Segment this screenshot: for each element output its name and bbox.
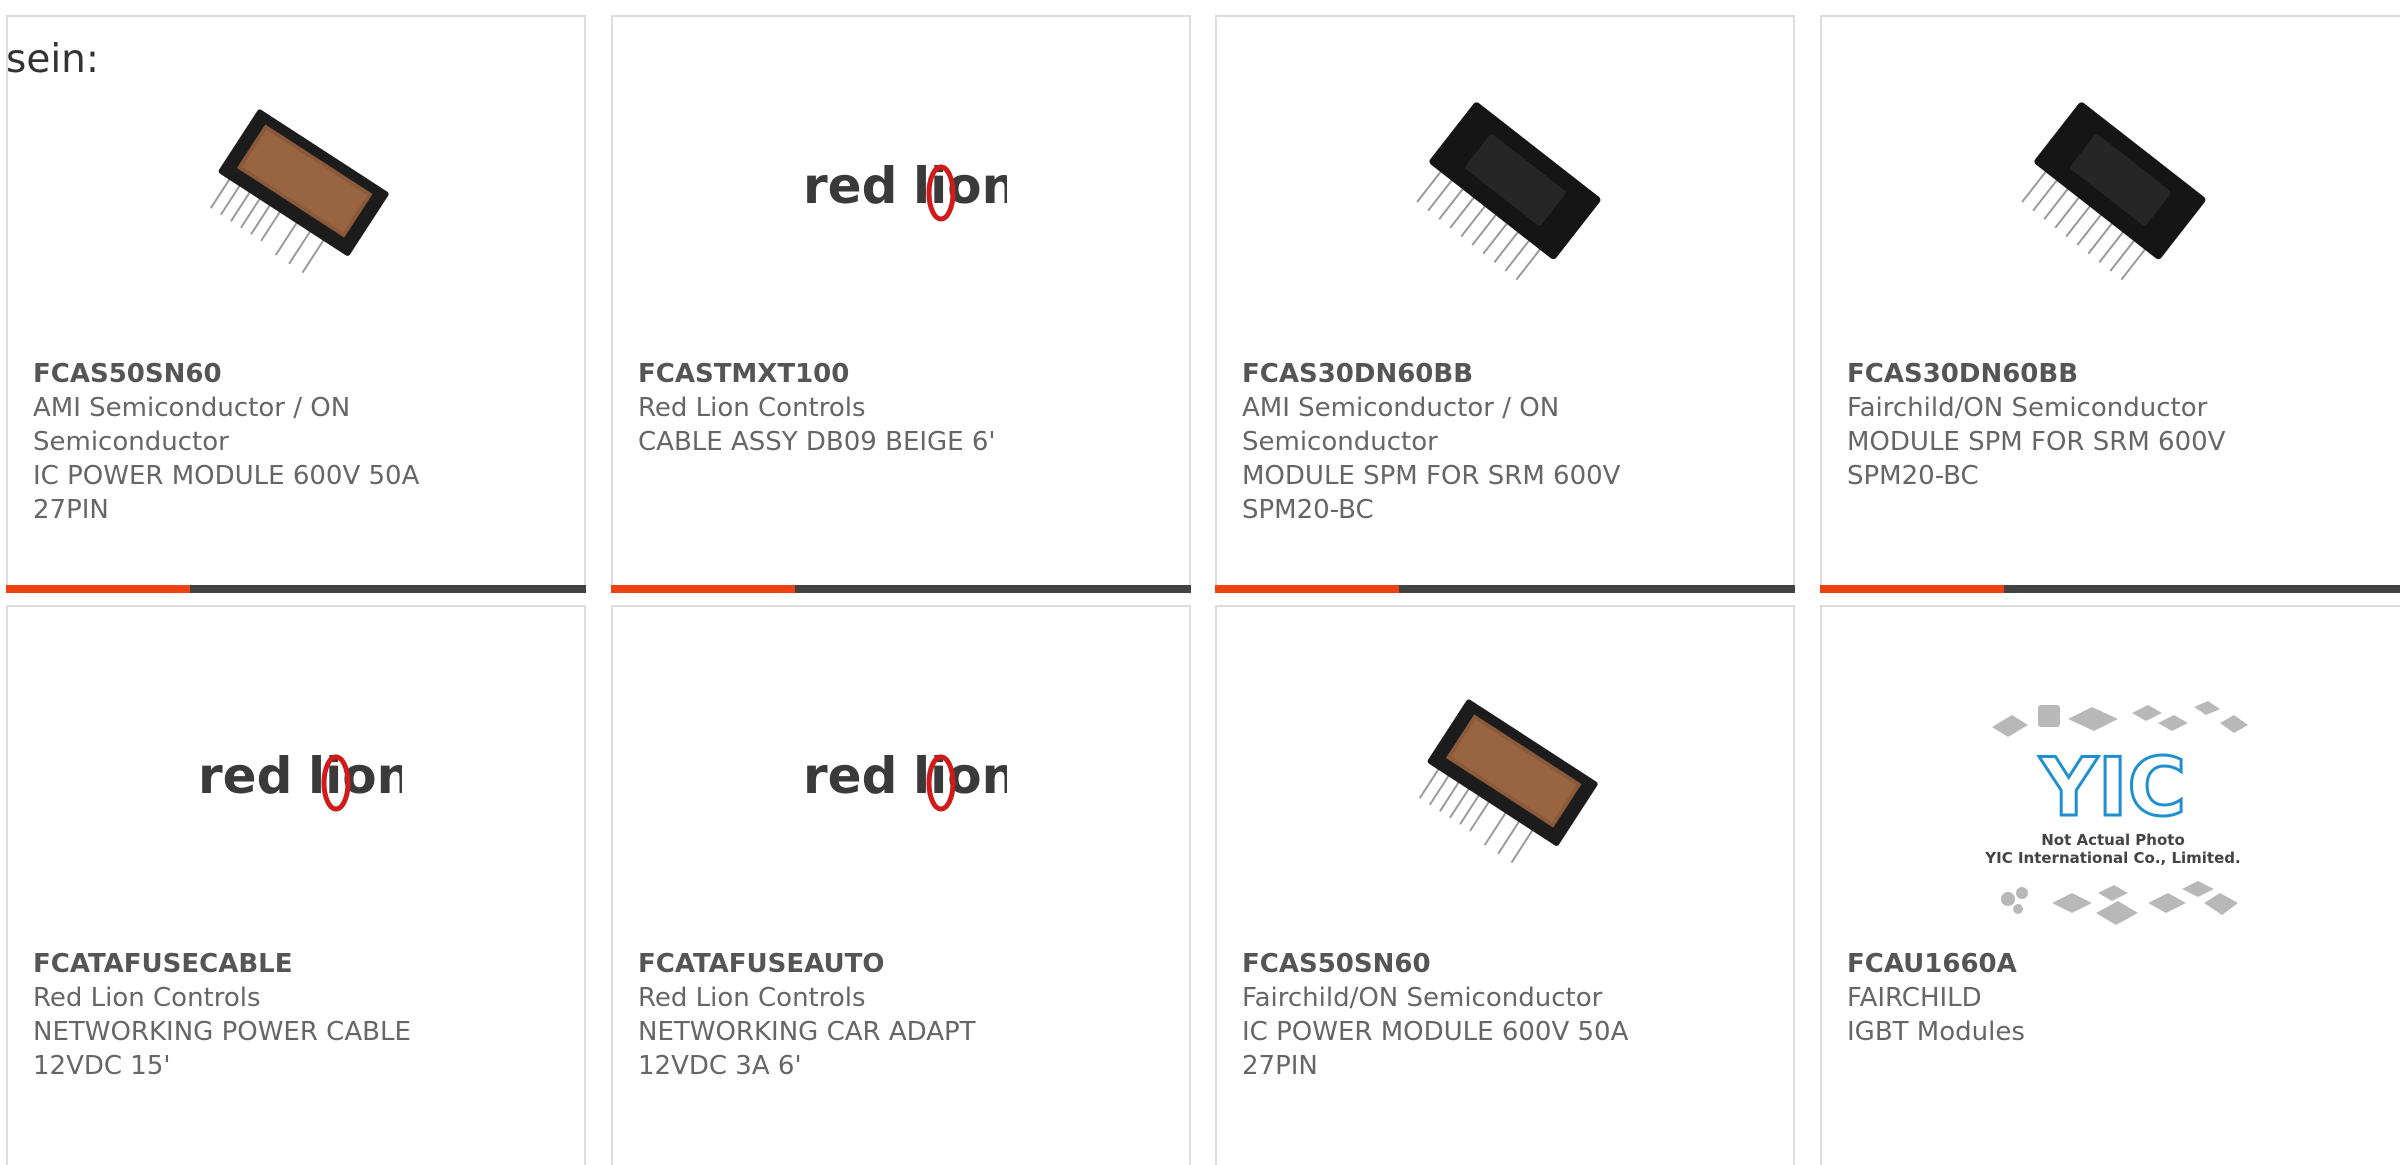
product-info: FCASTMXT100 Red Lion Controls CABLE ASSY… xyxy=(638,357,1169,459)
description: NETWORKING POWER CABLE xyxy=(33,1017,411,1047)
red-lion-logo: red lion xyxy=(801,85,1007,291)
product-card[interactable]: red lion FCASTMXT100 Red Lion Controls C… xyxy=(611,15,1191,593)
manufacturer-cont: Semiconductor xyxy=(1242,427,1438,457)
manufacturer: FAIRCHILD xyxy=(1847,983,1982,1013)
description-cont: 27PIN xyxy=(33,495,109,525)
spm-module-photo xyxy=(2010,85,2216,291)
product-card[interactable]: FCAS50SN60 AMI Semiconductor / ON Semico… xyxy=(6,15,586,593)
part-number-link[interactable]: FCAS50SN60 xyxy=(33,357,564,391)
description: NETWORKING CAR ADAPT xyxy=(638,1017,976,1047)
card-bottom-bar xyxy=(611,585,1191,593)
card-bottom-bar xyxy=(6,585,586,593)
card-bottom-bar xyxy=(1215,585,1795,593)
description: IC POWER MODULE 600V 50A xyxy=(33,461,420,491)
part-number-link[interactable]: FCAS30DN60BB xyxy=(1242,357,1773,391)
description: MODULE SPM FOR SRM 600V xyxy=(1847,427,2226,457)
red-lion-logo: red lion xyxy=(196,675,402,881)
product-card[interactable]: red lion FCATAFUSEAUTO Red Lion Controls… xyxy=(611,605,1191,1165)
part-number-link[interactable]: FCAU1660A xyxy=(1847,947,2380,981)
manufacturer: Fairchild/ON Semiconductor xyxy=(1242,983,1603,1013)
product-info: FCAS50SN60 AMI Semiconductor / ON Semico… xyxy=(33,357,564,527)
part-number-link[interactable]: FCAS30DN60BB xyxy=(1847,357,2380,391)
product-info: FCAU1660A FAIRCHILD IGBT Modules xyxy=(1847,947,2380,1049)
product-info: FCAS50SN60 Fairchild/ON Semiconductor IC… xyxy=(1242,947,1773,1083)
manufacturer: AMI Semiconductor / ON xyxy=(33,393,351,423)
product-info: FCATAFUSEAUTO Red Lion Controls NETWORKI… xyxy=(638,947,1169,1083)
manufacturer-cont: Semiconductor xyxy=(33,427,229,457)
svg-text:Not Actual Photo: Not Actual Photo xyxy=(2041,831,2185,849)
description: MODULE SPM FOR SRM 600V xyxy=(1242,461,1621,491)
svg-text:YIC: YIC xyxy=(2039,741,2186,834)
description: CABLE ASSY DB09 BEIGE 6' xyxy=(638,427,996,457)
part-number-link[interactable]: FCASTMXT100 xyxy=(638,357,1169,391)
product-info: FCAS30DN60BB Fairchild/ON Semiconductor … xyxy=(1847,357,2380,493)
intro-text: sein: xyxy=(6,37,100,82)
card-bottom-bar xyxy=(1820,585,2400,593)
svg-text:red: red xyxy=(198,747,292,805)
part-number-link[interactable]: FCATAFUSECABLE xyxy=(33,947,564,981)
product-grid: FCAS50SN60 AMI Semiconductor / ON Semico… xyxy=(0,0,2400,1165)
part-number-link[interactable]: FCATAFUSEAUTO xyxy=(638,947,1169,981)
product-card[interactable]: FCAS30DN60BB AMI Semiconductor / ON Semi… xyxy=(1215,15,1795,593)
product-card[interactable]: red lion FCATAFUSECABLE Red Lion Control… xyxy=(6,605,586,1165)
spm-module-photo xyxy=(1405,85,1611,291)
description: IC POWER MODULE 600V 50A xyxy=(1242,1017,1629,1047)
description-cont: SPM20-BC xyxy=(1242,495,1374,525)
description-cont: 27PIN xyxy=(1242,1051,1318,1081)
manufacturer: Red Lion Controls xyxy=(638,983,866,1013)
power-module-photo xyxy=(1405,675,1611,881)
placeholder-photo: YIC Not Actual Photo YIC International C… xyxy=(1972,687,2254,927)
product-info: FCATAFUSECABLE Red Lion Controls NETWORK… xyxy=(33,947,564,1083)
product-card[interactable]: YIC Not Actual Photo YIC International C… xyxy=(1820,605,2400,1165)
description-cont: SPM20-BC xyxy=(1847,461,1979,491)
product-card[interactable]: FCAS50SN60 Fairchild/ON Semiconductor IC… xyxy=(1215,605,1795,1165)
manufacturer: Red Lion Controls xyxy=(638,393,866,423)
svg-text:YIC International Co., Limited: YIC International Co., Limited. xyxy=(1984,849,2240,867)
product-info: FCAS30DN60BB AMI Semiconductor / ON Semi… xyxy=(1242,357,1773,527)
svg-text:red: red xyxy=(803,747,897,805)
product-card[interactable]: FCAS30DN60BB Fairchild/ON Semiconductor … xyxy=(1820,15,2400,593)
red-lion-logo: red lion xyxy=(801,675,1007,881)
description: IGBT Modules xyxy=(1847,1017,2025,1047)
power-module-photo xyxy=(196,85,402,291)
description-cont: 12VDC 3A 6' xyxy=(638,1051,802,1081)
svg-text:red: red xyxy=(803,157,897,215)
manufacturer: Fairchild/ON Semiconductor xyxy=(1847,393,2208,423)
part-number-link[interactable]: FCAS50SN60 xyxy=(1242,947,1773,981)
manufacturer: AMI Semiconductor / ON xyxy=(1242,393,1560,423)
description-cont: 12VDC 15' xyxy=(33,1051,171,1081)
manufacturer: Red Lion Controls xyxy=(33,983,261,1013)
